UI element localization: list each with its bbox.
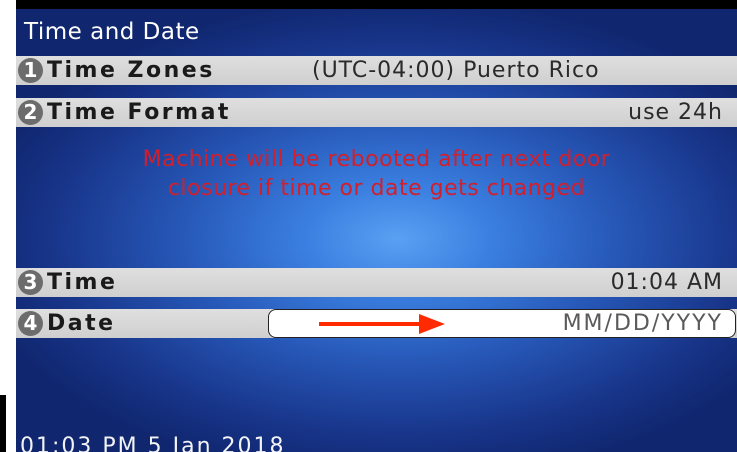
warning-line-1: Machine will be rebooted after next door: [142, 147, 611, 172]
status-bar-text: 01:03 PM 5 Jan 2018: [20, 434, 286, 452]
annotation-arrow-shaft: [319, 322, 423, 326]
date-row[interactable]: 4 Date MM/DD/YYYY: [16, 309, 737, 338]
date-label: Date: [47, 311, 116, 336]
time-format-row[interactable]: 2 Time Format use 24h: [16, 98, 737, 127]
time-value: 01:04 AM: [610, 270, 723, 295]
top-bezel: [16, 0, 737, 9]
time-row[interactable]: 3 Time 01:04 AM: [16, 268, 737, 297]
page-title: Time and Date: [24, 19, 200, 45]
date-placeholder: MM/DD/YYYY: [562, 311, 723, 336]
left-bezel-edge: [0, 395, 6, 452]
time-zones-label: Time Zones: [47, 58, 215, 83]
time-zones-row[interactable]: 1 Time Zones (UTC-04:00) Puerto Rico: [16, 56, 737, 85]
time-format-label: Time Format: [47, 100, 231, 125]
reboot-warning: Machine will be rebooted after next door…: [16, 145, 737, 203]
row-number-badge: 1: [18, 58, 43, 83]
warning-line-2: closure if time or date gets changed: [167, 176, 586, 201]
time-label: Time: [47, 270, 118, 295]
row-number-badge: 2: [18, 100, 43, 125]
row-number-badge: 4: [18, 311, 43, 336]
time-format-value: use 24h: [628, 100, 723, 125]
time-zones-value: (UTC-04:00) Puerto Rico: [312, 58, 600, 83]
annotation-arrow-head-icon: [419, 314, 445, 334]
left-margin: [0, 0, 16, 452]
date-input[interactable]: MM/DD/YYYY: [268, 309, 736, 338]
time-and-date-screen: Time and Date 1 Time Zones (UTC-04:00) P…: [16, 9, 737, 452]
row-number-badge: 3: [18, 270, 43, 295]
